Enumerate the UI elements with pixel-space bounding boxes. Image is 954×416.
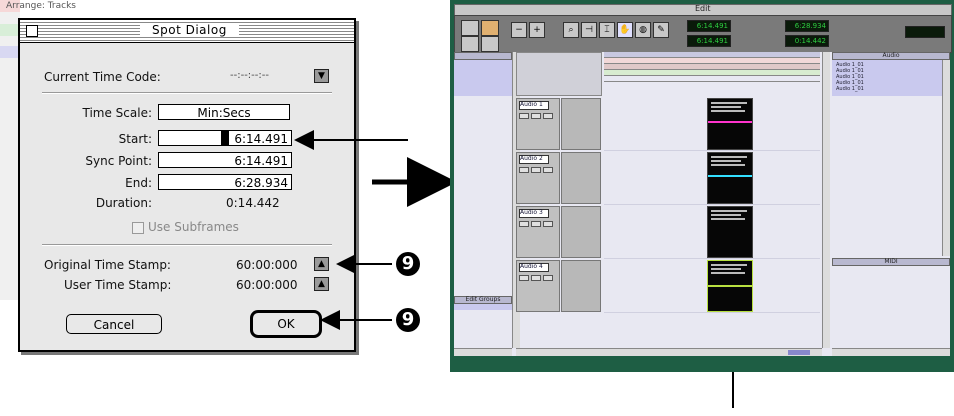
- groups-hscroll[interactable]: [454, 348, 512, 356]
- regions-scrollbar[interactable]: [942, 60, 950, 256]
- track-divider: [604, 204, 820, 205]
- region-name-line: [711, 210, 747, 212]
- nudge-display: [905, 26, 945, 38]
- track-name[interactable]: Audio 1: [519, 101, 549, 110]
- track-divider: [604, 312, 820, 313]
- track-audio-2[interactable]: Audio 2: [516, 152, 560, 204]
- track-name[interactable]: Audio 4: [519, 263, 549, 272]
- main-counter: 6:14.491: [687, 20, 731, 32]
- edit-toolbar: − + ⌕ ⊣ ⌶ ✋ ◍ ✎ 6:14.491 6:14.491 6:28.9…: [454, 15, 952, 53]
- audio-regions-header[interactable]: Audio: [832, 52, 950, 60]
- pencil-tool-icon[interactable]: ✎: [653, 22, 669, 38]
- zoomer-tool-icon[interactable]: ⌕: [563, 22, 579, 38]
- region-name-line: [711, 160, 741, 162]
- end-counter: 6:28.934: [785, 20, 829, 32]
- step-callout-9a: 9: [396, 252, 420, 276]
- mute-button[interactable]: [543, 275, 553, 281]
- audio-region-selected[interactable]: [707, 260, 753, 312]
- edit-window-body: Edit Groups Audio 1 Audio 2 Audio 3 Audi…: [454, 52, 950, 356]
- region-list-item[interactable]: Audio 1_01: [836, 86, 864, 92]
- start-counter: 6:14.491: [687, 35, 731, 47]
- audio-region[interactable]: [707, 206, 753, 258]
- record-button[interactable]: [519, 167, 529, 173]
- trimmer-tool-icon[interactable]: ⊣: [581, 22, 597, 38]
- track-1-inserts[interactable]: [561, 98, 601, 150]
- solo-button[interactable]: [531, 221, 541, 227]
- track-divider: [604, 258, 820, 259]
- solo-button[interactable]: [531, 167, 541, 173]
- audio-region[interactable]: [707, 98, 753, 150]
- region-name-line: [711, 264, 747, 266]
- scroll-thumb[interactable]: [788, 350, 810, 355]
- track-divider: [604, 150, 820, 151]
- track-audio-4[interactable]: Audio 4: [516, 260, 560, 312]
- playlist-scrollbar[interactable]: [822, 52, 830, 348]
- ruler-spacer: [604, 76, 820, 82]
- pro-tools-edit-window: Edit − + ⌕ ⊣ ⌶ ✋ ◍ ✎ 6:14.491 6:14.491 6…: [450, 0, 954, 372]
- region-name-line: [711, 156, 747, 158]
- track-name[interactable]: Audio 2: [519, 155, 549, 164]
- mute-button[interactable]: [543, 221, 553, 227]
- record-button[interactable]: [519, 221, 529, 227]
- region-highlight-magenta: [708, 121, 752, 123]
- region-highlight-green: [708, 285, 752, 287]
- grabber-tool-icon[interactable]: ✋: [617, 22, 633, 38]
- scrubber-tool-icon[interactable]: ◍: [635, 22, 651, 38]
- mode-shuffle-button[interactable]: [461, 20, 479, 36]
- solo-button[interactable]: [531, 113, 541, 119]
- mode-grid-button[interactable]: [481, 36, 499, 52]
- audio-regions-list[interactable]: Audio 1_01 Audio 1_01 Audio 1_01 Audio 1…: [832, 60, 942, 96]
- region-name-line: [711, 268, 741, 270]
- region-highlight-cyan: [708, 175, 752, 177]
- track-audio-1[interactable]: Audio 1: [516, 98, 560, 150]
- track-audio-3[interactable]: Audio 3: [516, 206, 560, 258]
- length-counter: 0:14.442: [785, 35, 829, 47]
- regions-hscroll[interactable]: [832, 348, 950, 356]
- playlist-hscroll[interactable]: [516, 348, 822, 356]
- record-button[interactable]: [519, 275, 529, 281]
- track-4-inserts[interactable]: [561, 260, 601, 312]
- track-show-list[interactable]: [454, 60, 512, 96]
- track-3-inserts[interactable]: [561, 206, 601, 258]
- zoom-in-icon[interactable]: +: [529, 22, 545, 38]
- region-name-line: [711, 106, 741, 108]
- edit-window-title: Edit: [695, 4, 711, 13]
- region-name-line: [711, 272, 745, 274]
- edit-controls-area: [516, 52, 602, 96]
- group-all-item[interactable]: [454, 304, 512, 310]
- mute-button[interactable]: [543, 113, 553, 119]
- mode-slip-button[interactable]: [461, 36, 479, 52]
- record-button[interactable]: [519, 113, 529, 119]
- track-name[interactable]: Audio 3: [519, 209, 549, 218]
- region-name-line: [711, 218, 745, 220]
- zoom-out-icon[interactable]: −: [511, 22, 527, 38]
- region-name-line: [711, 110, 745, 112]
- midi-regions-header[interactable]: MIDI: [832, 258, 950, 266]
- mode-spot-button[interactable]: [481, 20, 499, 36]
- region-name-line: [711, 102, 747, 104]
- edit-groups-header[interactable]: Edit Groups: [454, 296, 512, 304]
- step-callout-9b: 9: [396, 308, 420, 332]
- mute-button[interactable]: [543, 167, 553, 173]
- solo-button[interactable]: [531, 275, 541, 281]
- audio-region[interactable]: [707, 152, 753, 204]
- show-hide-tracks-header[interactable]: [454, 52, 512, 60]
- region-name-line: [711, 164, 745, 166]
- track-2-inserts[interactable]: [561, 152, 601, 204]
- region-name-line: [711, 214, 741, 216]
- selector-tool-icon[interactable]: ⌶: [599, 22, 615, 38]
